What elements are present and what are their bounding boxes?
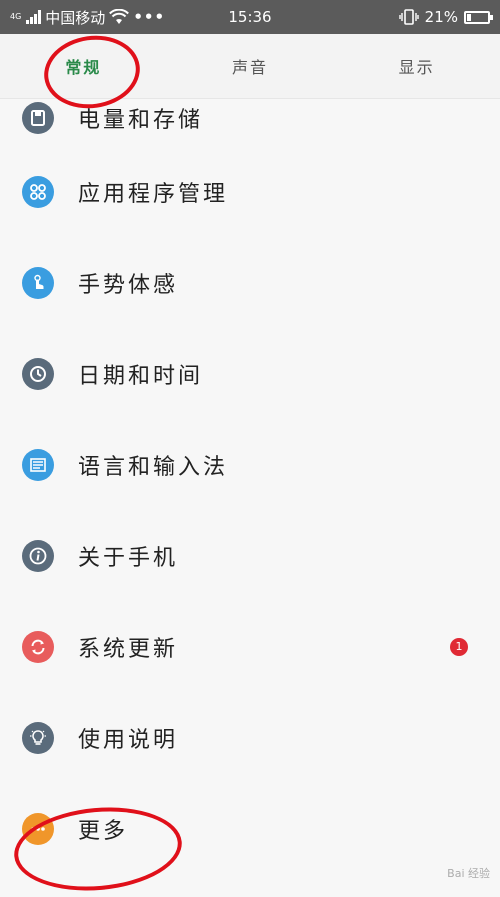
network-type-label: 4G — [10, 11, 22, 21]
list-item-label: 关于手机 — [78, 545, 179, 571]
list-item-label: 应用程序管理 — [78, 181, 229, 207]
battery-fill — [467, 13, 471, 21]
list-item-more[interactable]: 更多 — [0, 783, 500, 874]
carrier-label: 中国移动 — [45, 8, 106, 27]
tab-display[interactable]: 显示 — [333, 34, 500, 98]
wifi-icon — [109, 9, 130, 24]
list-item-label: 使用说明 — [78, 727, 179, 753]
list-item-label: 手势体感 — [78, 272, 179, 298]
more-icon — [22, 812, 54, 845]
signal-icon — [26, 10, 42, 24]
tab-sound[interactable]: 声音 — [167, 34, 334, 98]
list-item-gesture[interactable]: 手势体感 — [0, 237, 500, 328]
keyboard-icon — [22, 448, 54, 481]
list-item-label: 日期和时间 — [78, 363, 204, 389]
storage-icon — [22, 102, 54, 134]
settings-list: 电量和存储 应用程序管理 手势体感 日期和时间 语言和输入法 关于手机 系统更新… — [0, 98, 500, 874]
status-right: 21% — [398, 8, 493, 26]
info-icon — [22, 539, 54, 572]
tab-bar: 常规 声音 显示 — [0, 34, 500, 99]
lightbulb-icon — [22, 721, 54, 754]
list-item-guide[interactable]: 使用说明 — [0, 692, 500, 783]
list-item-about[interactable]: 关于手机 — [0, 510, 500, 601]
list-item-datetime[interactable]: 日期和时间 — [0, 328, 500, 419]
list-item-label: 更多 — [78, 818, 129, 844]
clock-icon — [22, 357, 54, 390]
vibrate-icon — [398, 9, 419, 25]
battery-icon — [464, 10, 493, 24]
list-item-apps[interactable]: 应用程序管理 — [0, 146, 500, 237]
update-icon — [22, 630, 54, 663]
more-notifications-icon: ••• — [133, 8, 166, 26]
list-item-update[interactable]: 系统更新 1 — [0, 601, 500, 692]
apps-icon — [22, 175, 54, 208]
status-bar: 4G 中国移动 ••• 15:36 21% — [0, 0, 500, 34]
gesture-icon — [22, 266, 54, 299]
list-item-language[interactable]: 语言和输入法 — [0, 419, 500, 510]
list-item-label: 系统更新 — [78, 636, 179, 662]
watermark: Bai 经验 — [447, 867, 490, 880]
list-item-label: 电量和存储 — [78, 108, 204, 133]
battery-percent: 21% — [424, 8, 458, 26]
list-item-storage[interactable]: 电量和存储 — [0, 98, 500, 146]
update-count-badge: 1 — [450, 637, 468, 656]
status-left: 4G 中国移动 ••• — [10, 7, 399, 28]
tab-general[interactable]: 常规 — [0, 34, 167, 98]
list-item-label: 语言和输入法 — [78, 454, 229, 480]
